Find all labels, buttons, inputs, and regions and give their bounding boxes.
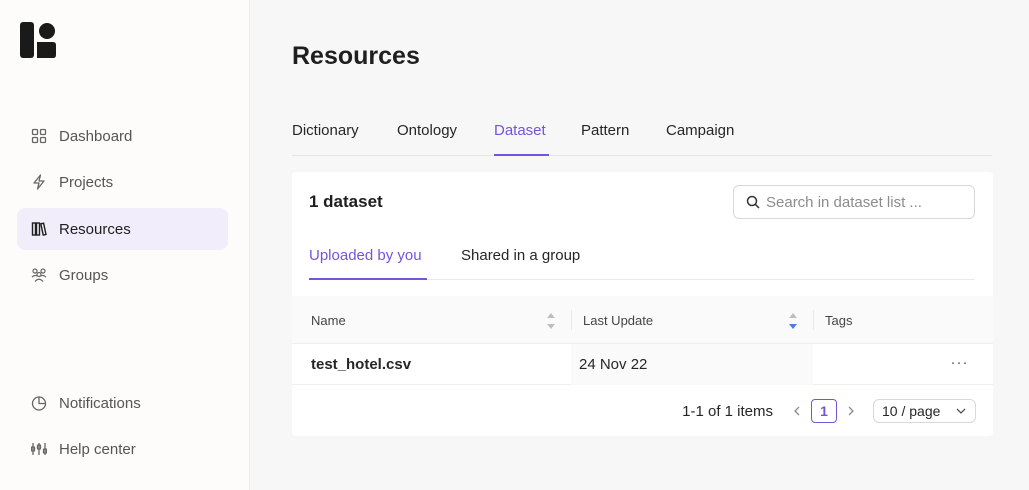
tab-pattern[interactable]: Pattern xyxy=(581,122,629,139)
cell-name[interactable]: test_hotel.csv xyxy=(292,344,571,385)
dataset-subtabs: Uploaded by you Shared in a group xyxy=(309,236,975,280)
sidebar-item-resources[interactable]: Resources xyxy=(17,208,228,250)
sidebar-item-groups[interactable]: Groups xyxy=(17,254,228,296)
sidebar-item-dashboard[interactable]: Dashboard xyxy=(17,115,228,157)
users-icon xyxy=(31,267,47,283)
page-button-current[interactable]: 1 xyxy=(811,399,837,423)
grid-icon xyxy=(31,128,47,144)
sliders-icon xyxy=(31,441,47,457)
app-logo[interactable] xyxy=(20,22,56,58)
lightning-icon xyxy=(31,174,47,190)
next-page-button[interactable] xyxy=(841,399,861,423)
column-header-last-update[interactable]: Last Update xyxy=(571,296,813,344)
pagination: 1-1 of 1 items 1 10 / page xyxy=(682,398,976,424)
tab-ontology[interactable]: Ontology xyxy=(397,122,457,139)
column-header-tags: Tags xyxy=(825,312,853,328)
resource-tabs: Dictionary Ontology Dataset Pattern Camp… xyxy=(292,110,992,156)
dataset-table: Name Last Update Tags test_hotel.csv 24 … xyxy=(292,296,993,385)
prev-page-button[interactable] xyxy=(787,399,807,423)
chevron-down-icon xyxy=(956,408,966,414)
cell-last-update: 24 Nov 22 xyxy=(571,344,813,385)
subtab-uploaded-by-you[interactable]: Uploaded by you xyxy=(309,247,422,264)
active-tab-indicator xyxy=(494,154,549,156)
sidebar-item-label: Notifications xyxy=(59,394,141,412)
column-header-name[interactable]: Name xyxy=(292,296,571,344)
books-icon xyxy=(31,221,47,237)
tab-dictionary[interactable]: Dictionary xyxy=(292,122,359,139)
pie-chart-icon xyxy=(31,395,47,411)
subtab-shared-in-a-group[interactable]: Shared in a group xyxy=(461,247,580,264)
search-icon xyxy=(746,195,760,209)
sidebar-item-label: Groups xyxy=(59,266,109,284)
chevron-left-icon xyxy=(794,406,800,416)
search-input[interactable] xyxy=(766,193,966,211)
active-subtab-indicator xyxy=(309,278,427,280)
sidebar-item-label: Projects xyxy=(59,173,114,191)
cell-tags xyxy=(813,344,926,385)
sidebar-item-label: Help center xyxy=(59,440,136,458)
sidebar-item-label: Resources xyxy=(59,220,131,238)
page-title: Resources xyxy=(292,42,420,70)
dataset-panel: 1 dataset Uploaded by you Shared in a gr… xyxy=(292,172,993,436)
pagination-info: 1-1 of 1 items xyxy=(682,402,773,420)
search-box[interactable] xyxy=(733,185,975,219)
sidebar-item-label: Dashboard xyxy=(59,127,133,145)
sort-last-update-icon[interactable] xyxy=(788,313,798,329)
chevron-right-icon xyxy=(848,406,854,416)
sidebar-item-help-center[interactable]: Help center xyxy=(17,428,228,470)
tab-campaign[interactable]: Campaign xyxy=(666,122,734,139)
panel-title: 1 dataset xyxy=(309,192,383,211)
sidebar-item-projects[interactable]: Projects xyxy=(17,161,228,203)
sort-name-icon[interactable] xyxy=(546,313,556,329)
table-row[interactable]: test_hotel.csv 24 Nov 22 ··· xyxy=(292,344,993,385)
tab-dataset[interactable]: Dataset xyxy=(494,122,546,139)
page-size-select[interactable]: 10 / page xyxy=(873,399,976,423)
sidebar: Dashboard Projects Resources Groups Noti… xyxy=(0,0,250,490)
sidebar-item-notifications[interactable]: Notifications xyxy=(17,382,228,424)
page-size-value: 10 / page xyxy=(882,403,941,419)
table-header: Name Last Update Tags xyxy=(292,296,993,344)
more-actions-icon[interactable]: ··· xyxy=(926,344,993,385)
